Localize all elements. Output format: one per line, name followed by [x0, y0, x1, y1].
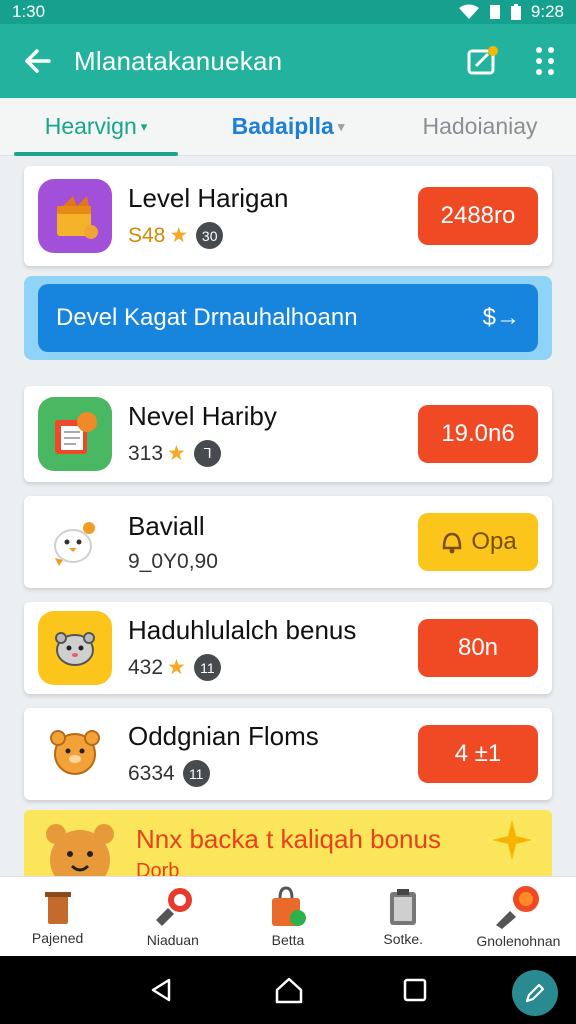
item-badge: 11 — [193, 654, 221, 681]
price-button[interactable]: 80n — [418, 619, 538, 677]
item-title: Level Harigan — [128, 183, 289, 213]
item-meta: 9_0Y0,90 — [128, 549, 218, 573]
system-navigation-bar — [0, 956, 576, 1024]
grid-menu-icon — [536, 47, 554, 75]
nav-item-betta[interactable]: Betta — [230, 877, 345, 956]
item-badge: ᒣ — [193, 440, 221, 467]
star-icon: ★ — [167, 442, 186, 465]
price-button[interactable]: 4 ±1 — [418, 725, 538, 783]
promo-banner[interactable]: Devel Kagat Drnauhalhoann $→ — [24, 276, 552, 360]
edit-button[interactable] — [452, 24, 514, 98]
tab-bar: Hearvign ▾ Badaiplla ▾ Hadoianiay — [0, 98, 576, 156]
wifi-icon — [458, 4, 479, 19]
list-item[interactable]: Level Harigan S48 ★ 30 2488ro — [24, 166, 552, 266]
tab-hadoianiay[interactable]: Hadoianiay — [384, 98, 576, 155]
status-bar: 1:30 9:28 — [0, 0, 576, 24]
dollar-arrow-icon: $→ — [482, 304, 520, 331]
bottom-nav: Pajened Niaduan Betta Sotke. Gnolenohnan — [0, 876, 576, 956]
edit-badge-icon — [467, 46, 498, 75]
nav-label: Gnolenohnan — [476, 932, 561, 949]
status-clock: 9:28 — [530, 2, 564, 21]
list-item[interactable]: Baviall 9_0Y0,90 Opa — [24, 496, 552, 588]
bear-icon — [38, 717, 112, 791]
price-label: 4 ±1 — [454, 740, 502, 767]
system-recents-icon[interactable] — [403, 978, 427, 1002]
gift-box-icon — [38, 179, 112, 253]
item-title: Nevel Hariby — [128, 401, 277, 431]
list-item[interactable]: Haduhlulalch benus 432 ★ 11 80n — [24, 602, 552, 694]
tab-label: Badaiplla — [231, 113, 334, 139]
item-badge: 11 — [182, 760, 210, 787]
nav-label: Betta — [271, 931, 305, 948]
star-icon: ★ — [169, 224, 189, 247]
tab-hearvign[interactable]: Hearvign ▾ — [0, 98, 192, 156]
price-button[interactable]: 2488ro — [418, 187, 538, 245]
active-tab-indicator — [14, 152, 178, 156]
item-meta: 6334 — [128, 761, 175, 785]
price-label: Opa — [471, 528, 517, 555]
nav-label: Pajened — [31, 929, 84, 946]
price-button[interactable]: Opa — [418, 513, 538, 571]
item-meta: 313 — [128, 441, 164, 465]
item-title: Baviall — [128, 510, 205, 541]
book-fox-icon — [38, 397, 112, 471]
floating-action-button[interactable] — [512, 970, 558, 1016]
pin-badge-icon — [155, 887, 192, 926]
bear-mascot-icon — [46, 824, 114, 880]
bonus-promo-strip[interactable]: Nnx backa t kaliqah bonus Dorb — [24, 810, 552, 880]
status-time: 1:30 — [12, 2, 46, 21]
system-home-icon[interactable] — [274, 976, 304, 1004]
nav-item-niaduan[interactable]: Niaduan — [115, 877, 230, 956]
chevron-down-icon: ▾ — [337, 118, 345, 134]
system-back-icon[interactable] — [149, 977, 175, 1003]
nav-item-sotke[interactable]: Sotke. — [346, 877, 461, 956]
tab-badaiplla[interactable]: Badaiplla ▾ — [192, 98, 384, 155]
tab-label: Hadoianiay — [422, 113, 538, 139]
sparkle-icon — [492, 820, 532, 860]
trash-can-icon — [44, 891, 71, 924]
hamster-icon — [38, 611, 112, 685]
status-icons: 9:28 — [458, 2, 564, 22]
promo-title: Nnx backa t kaliqah bonus — [136, 824, 441, 854]
item-badge: 30 — [196, 222, 224, 249]
item-title: Haduhlulalch benus — [128, 615, 357, 645]
app-bar: Mlanatakanuekan — [0, 24, 576, 98]
nav-item-pajened[interactable]: Pajened — [0, 877, 115, 956]
nav-label: Sotke. — [383, 930, 424, 947]
nav-label: Niaduan — [146, 931, 199, 948]
grid-menu-button[interactable] — [514, 24, 576, 98]
back-arrow-icon — [25, 49, 51, 73]
tab-label: Hearvign — [44, 113, 137, 139]
item-meta: S48 — [128, 223, 166, 247]
back-button[interactable] — [0, 24, 74, 98]
price-button[interactable]: 19.0n6 — [418, 405, 538, 463]
item-title: Oddgnian Floms — [128, 721, 319, 751]
pencil-icon — [525, 983, 545, 1003]
notification-brush-icon — [496, 885, 540, 929]
list-item[interactable]: Nevel Hariby 313 ★ ᒣ 19.0n6 — [24, 386, 552, 482]
list-item[interactable]: Oddgnian Floms 6334 11 4 ±1 — [24, 708, 552, 800]
page-title: Mlanatakanuekan — [74, 45, 283, 76]
chevron-down-icon: ▾ — [140, 118, 148, 134]
clipboard-icon — [390, 888, 417, 925]
nav-item-gnolenohnan[interactable]: Gnolenohnan — [461, 877, 576, 956]
battery-icon — [510, 4, 521, 20]
sim-icon — [489, 5, 500, 19]
chick-icon — [38, 505, 112, 579]
item-meta: 432 — [128, 655, 164, 679]
banner-text: Devel Kagat Drnauhalhoann — [56, 304, 358, 331]
bell-icon — [443, 532, 462, 554]
star-icon: ★ — [167, 656, 186, 679]
shopping-bag-icon — [272, 885, 306, 926]
